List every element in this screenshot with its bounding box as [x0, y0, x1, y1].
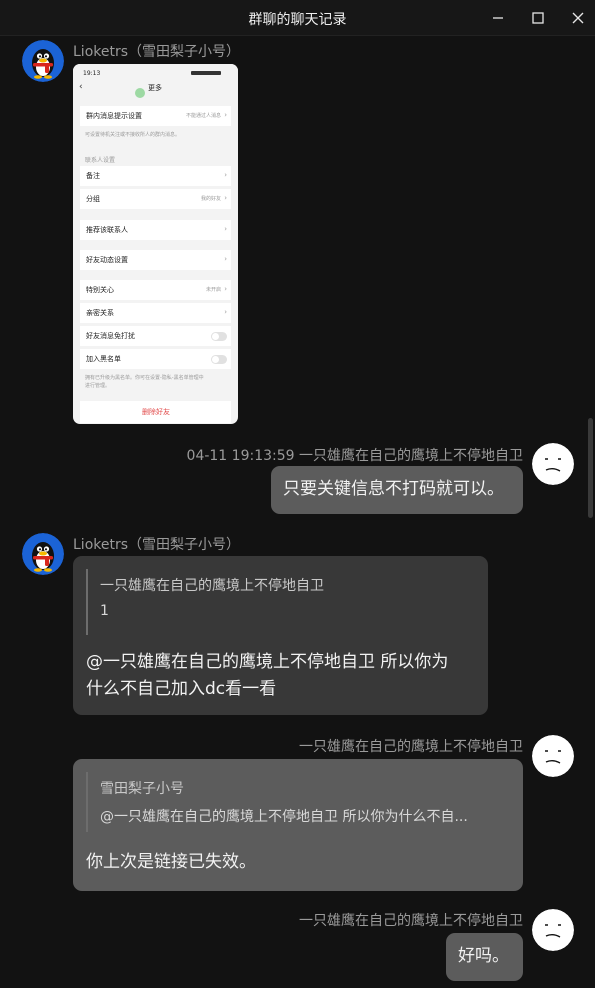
quote-text: 1: [100, 603, 109, 619]
chat-history-window: 群聊的聊天记录 Lioketrs（雪田梨子小号） 19:13 ‹ 更多 群内消息…: [0, 0, 595, 988]
settings-row-label: 特别关心: [86, 286, 114, 294]
sender-name: Lioketrs（雪田梨子小号）: [73, 44, 241, 60]
quote-bar: [86, 569, 88, 635]
settings-row: 推荐该联系人 ›: [80, 220, 231, 240]
message-text-line: @一只雄鹰在自己的鹰境上不停地自卫 所以你为: [86, 652, 449, 672]
face-avatar[interactable]: [532, 909, 574, 951]
penguin-avatar-icon: [22, 533, 64, 575]
settings-row-label: 分组: [86, 195, 100, 203]
settings-row: 好友消息免打扰: [80, 326, 231, 346]
settings-row-label: 推荐该联系人: [86, 226, 128, 234]
maximize-icon: [532, 12, 544, 24]
penguin-avatar[interactable]: [22, 40, 64, 82]
message-bubble[interactable]: 好吗。: [446, 933, 523, 981]
message-time-sender: 04-11 19:13:59 一只雄鹰在自己的鹰境上不停地自卫: [186, 448, 523, 464]
chevron-right-icon: ›: [224, 111, 227, 119]
settings-row: 亲密关系 ›: [80, 303, 231, 323]
settings-category: 联系人设置: [85, 157, 116, 164]
face-avatar-icon: [532, 443, 574, 485]
settings-row-value: 未开启: [205, 287, 221, 293]
settings-note: 可设置待机关注或不接收所人的群内消息。: [85, 132, 181, 138]
back-icon: ‹: [79, 82, 83, 92]
message-text-line: 什么不自己加入dc看一看: [86, 679, 277, 699]
title-bar: 群聊的聊天记录: [0, 0, 595, 36]
message-text: 只要关键信息不打码就可以。: [283, 479, 504, 499]
quote-text: @一只雄鹰在自己的鹰境上不停地自卫 所以你为什么不自...: [100, 809, 468, 825]
close-icon: [572, 12, 584, 24]
face-avatar[interactable]: [532, 735, 574, 777]
screenshot-header-title: 更多: [148, 84, 162, 92]
settings-row-label: 亲密关系: [86, 309, 114, 317]
face-avatar[interactable]: [532, 443, 574, 485]
chevron-right-icon: ›: [224, 285, 227, 293]
settings-row-value: 不能通过人消息: [185, 113, 221, 119]
toggle-switch: [211, 332, 227, 341]
screenshot-status-time: 19:13: [83, 70, 101, 77]
settings-row: 备注 ›: [80, 166, 231, 186]
chevron-right-icon: ›: [224, 171, 227, 179]
close-button[interactable]: [567, 7, 589, 29]
settings-row: 群内消息提示设置 不能通过人消息 ›: [80, 106, 231, 126]
delete-friend-label: 删除好友: [142, 408, 170, 416]
minimize-button[interactable]: [487, 7, 509, 29]
sender-name: 一只雄鹰在自己的鹰境上不停地自卫: [299, 913, 523, 929]
maximize-button[interactable]: [527, 7, 549, 29]
message-bubble[interactable]: 雪田梨子小号 @一只雄鹰在自己的鹰境上不停地自卫 所以你为什么不自... 你上次…: [73, 759, 523, 891]
settings-row-label: 备注: [86, 172, 100, 180]
toggle-switch: [211, 355, 227, 364]
settings-note: 拥有已升级为黑名单。你可在设置-隐私-黑名单管理中: [85, 375, 204, 381]
chevron-right-icon: ›: [224, 255, 227, 263]
quote-sender: 雪田梨子小号: [100, 781, 184, 797]
penguin-avatar-icon: [22, 40, 64, 82]
chevron-right-icon: ›: [224, 225, 227, 233]
settings-row: 加入黑名单: [80, 349, 231, 369]
check-icon: [135, 88, 145, 98]
settings-row-value: 我的好友: [200, 196, 221, 202]
settings-row-label: 好友动态设置: [86, 256, 128, 264]
delete-friend-row: 删除好友: [80, 401, 231, 423]
face-avatar-icon: [532, 735, 574, 777]
settings-row: 分组 我的好友 ›: [80, 189, 231, 209]
message-text: 你上次是链接已失效。: [86, 852, 256, 872]
settings-row-label: 加入黑名单: [86, 355, 121, 363]
scrollbar-thumb[interactable]: [588, 418, 593, 518]
sender-name: Lioketrs（雪田梨子小号）: [73, 537, 241, 553]
penguin-avatar[interactable]: [22, 533, 64, 575]
settings-row: 特别关心 未开启 ›: [80, 280, 231, 300]
message-bubble[interactable]: 一只雄鹰在自己的鹰境上不停地自卫 1 @一只雄鹰在自己的鹰境上不停地自卫 所以你…: [73, 556, 488, 715]
face-avatar-icon: [532, 909, 574, 951]
message-list[interactable]: Lioketrs（雪田梨子小号） 19:13 ‹ 更多 群内消息提示设置 不能通…: [0, 36, 595, 988]
screenshot-image[interactable]: 19:13 ‹ 更多 群内消息提示设置 不能通过人消息 › 可设置待机关注或不接…: [73, 64, 238, 424]
message-text: 好吗。: [458, 946, 509, 966]
quote-bar: [86, 772, 88, 832]
chevron-right-icon: ›: [224, 308, 227, 316]
settings-row-label: 群内消息提示设置: [86, 112, 142, 120]
sender-name: 一只雄鹰在自己的鹰境上不停地自卫: [299, 739, 523, 755]
message-bubble[interactable]: 只要关键信息不打码就可以。: [271, 466, 523, 514]
quote-sender: 一只雄鹰在自己的鹰境上不停地自卫: [100, 578, 324, 594]
minimize-icon: [493, 17, 503, 19]
chevron-right-icon: ›: [224, 194, 227, 202]
settings-note: 进行管理。: [85, 383, 111, 389]
settings-row-label: 好友消息免打扰: [86, 332, 135, 340]
settings-row: 好友动态设置 ›: [80, 250, 231, 270]
signal-battery-icon: [191, 71, 221, 75]
